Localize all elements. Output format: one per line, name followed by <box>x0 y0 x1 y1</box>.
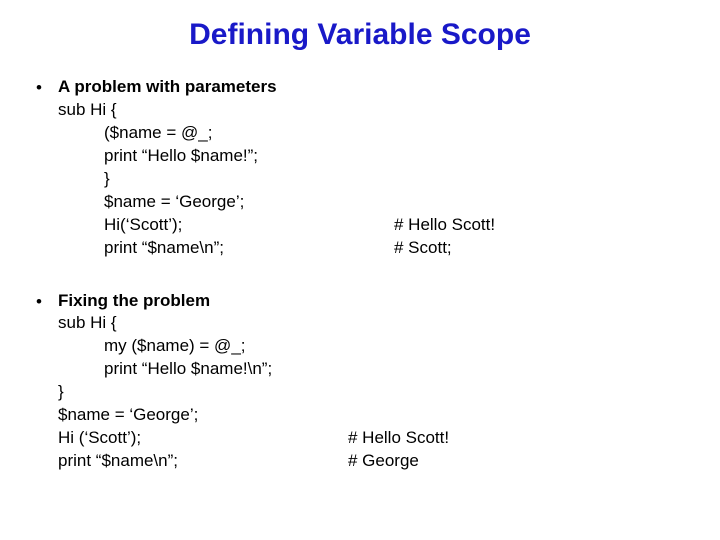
code-comment: # Hello Scott! <box>348 427 720 450</box>
slide-title: Defining Variable Scope <box>0 18 720 52</box>
code-line: print “Hello $name!\n”; <box>58 358 720 381</box>
code-line: print “$name\n”; <box>58 450 348 473</box>
code-line: sub Hi { <box>58 312 720 335</box>
code-line: $name = ‘George’; <box>58 404 720 427</box>
code-line: $name = ‘George’; <box>58 191 720 214</box>
code-line: } <box>58 381 720 404</box>
code-line: sub Hi { <box>58 99 720 122</box>
code-line: ($name = @_; <box>58 122 720 145</box>
code-comment: # George <box>348 450 720 473</box>
code-line: Hi(‘Scott’); <box>104 214 394 237</box>
section1-heading: A problem with parameters <box>58 76 720 99</box>
code-line: my ($name) = @_; <box>58 335 720 358</box>
code-comment: # Scott; <box>394 237 720 260</box>
code-line: print “Hello $name!”; <box>58 145 720 168</box>
bullet-icon: • <box>36 76 58 100</box>
section2-heading: Fixing the problem <box>58 290 720 313</box>
code-line: Hi (‘Scott’); <box>58 427 348 450</box>
section-problem: • A problem with parameters sub Hi { ($n… <box>36 76 720 260</box>
code-line: } <box>58 168 720 191</box>
section-fix: • Fixing the problem sub Hi { my ($name)… <box>36 290 720 474</box>
bullet-icon: • <box>36 290 58 314</box>
code-comment: # Hello Scott! <box>394 214 720 237</box>
slide-content: • A problem with parameters sub Hi { ($n… <box>0 76 720 473</box>
code-line: print “$name\n”; <box>104 237 394 260</box>
